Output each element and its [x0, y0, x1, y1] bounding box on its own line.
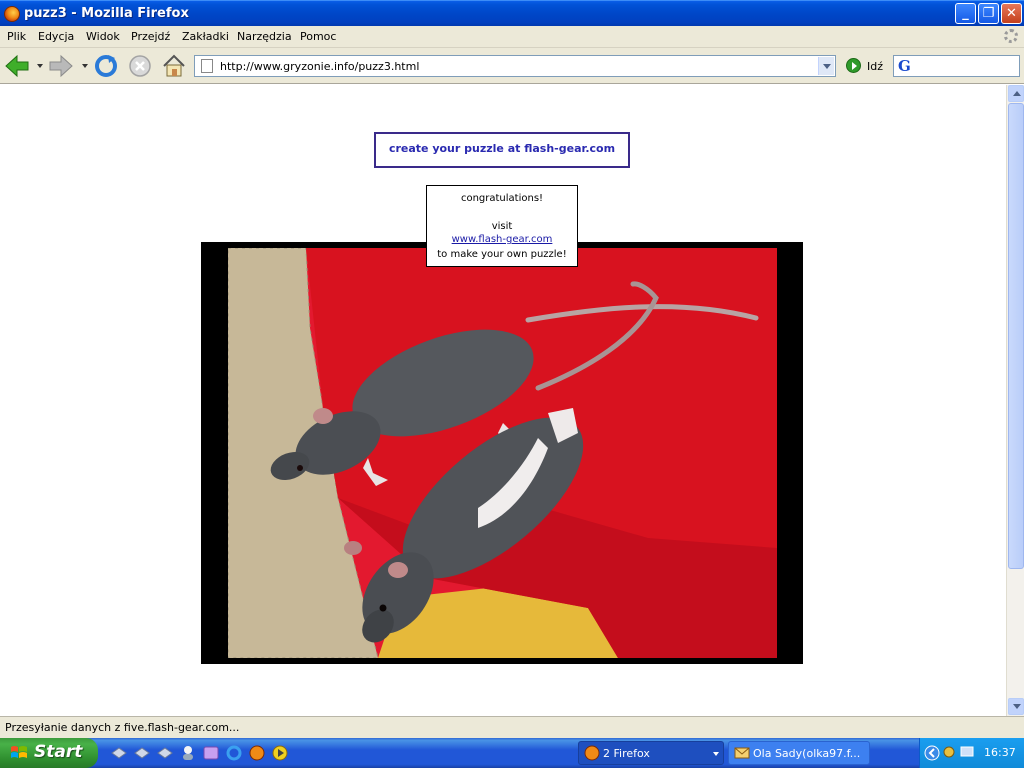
start-label: Start [34, 742, 83, 762]
status-text: Przesyłanie danych z five.flash-gear.com… [5, 721, 240, 734]
menu-bookmarks[interactable]: Zakładki [182, 30, 229, 43]
quick-launch-icon-3[interactable] [156, 744, 174, 762]
popup-visit-text: visit [491, 221, 513, 232]
minimize-button[interactable]: _ [955, 3, 976, 24]
windows-taskbar: Start 2 Firefox Ola Sady(olka97.f... 16:… [0, 738, 1024, 768]
menu-edit[interactable]: Edycja [38, 30, 74, 43]
url-text[interactable]: http://www.gryzonie.info/puzz3.html [220, 60, 419, 73]
messenger-icon[interactable] [179, 744, 197, 762]
puzzle-photo[interactable] [228, 248, 777, 658]
mail-icon [734, 747, 750, 759]
rats-image [228, 248, 777, 658]
popup-flash-gear-link[interactable]: www.flash-gear.com [427, 234, 577, 245]
taskbar-mail-window[interactable]: Ola Sady(olka97.f... [728, 741, 870, 765]
menu-go[interactable]: Przejdź [131, 30, 170, 43]
menu-help[interactable]: Pomoc [300, 30, 336, 43]
menu-view[interactable]: Widok [86, 30, 120, 43]
back-icon[interactable] [4, 53, 30, 79]
taskbar-firefox-label: 2 Firefox [603, 747, 650, 760]
menubar: Plik Edycja Widok Przejdź Zakładki Narzę… [0, 26, 1024, 48]
quick-launch-icon-1[interactable] [110, 744, 128, 762]
page-content: create your puzzle at flash-gear.com con… [0, 85, 1006, 716]
search-box[interactable]: G [893, 55, 1020, 77]
windows-logo-icon [11, 746, 27, 758]
puzzle-frame[interactable] [201, 242, 803, 664]
network-icon[interactable] [960, 745, 974, 759]
throbber-icon [1004, 29, 1018, 43]
go-button-label[interactable]: Idź [867, 60, 883, 73]
home-icon[interactable] [161, 53, 187, 79]
firefox-task-icon [584, 745, 600, 761]
close-button[interactable]: ✕ [1001, 3, 1022, 24]
window-title: puzz3 - Mozilla Firefox [24, 6, 189, 21]
page-favicon [201, 59, 213, 73]
media-icon[interactable] [202, 744, 220, 762]
congratulations-popup: congratulations! visit www.flash-gear.co… [426, 185, 578, 267]
menu-file[interactable]: Plik [7, 30, 26, 43]
firefox-launch-icon[interactable] [248, 744, 266, 762]
tray-settings-icon[interactable] [942, 745, 956, 759]
stop-icon[interactable] [127, 53, 153, 79]
system-tray: 16:37 [919, 738, 1024, 768]
tray-expand-icon[interactable] [924, 745, 940, 761]
google-icon[interactable]: G [898, 57, 911, 75]
scroll-down-button[interactable] [1008, 698, 1024, 715]
internet-explorer-icon[interactable] [225, 744, 243, 762]
taskbar-firefox-group[interactable]: 2 Firefox [578, 741, 724, 765]
scroll-thumb[interactable] [1008, 103, 1024, 569]
status-bar: Przesyłanie danych z five.flash-gear.com… [0, 716, 1024, 738]
window-titlebar[interactable]: puzz3 - Mozilla Firefox _ ❐ ✕ [0, 0, 1024, 26]
chevron-down-icon [713, 752, 719, 756]
quick-launch-icon-2[interactable] [133, 744, 151, 762]
back-history-dropdown[interactable] [37, 64, 43, 68]
maximize-button[interactable]: ❐ [978, 3, 999, 24]
flash-gear-banner[interactable]: create your puzzle at flash-gear.com [374, 132, 630, 168]
forward-icon[interactable] [48, 53, 74, 79]
taskbar-mail-label: Ola Sady(olka97.f... [753, 747, 861, 760]
go-icon[interactable] [846, 58, 861, 73]
start-button[interactable]: Start [0, 738, 98, 768]
firefox-icon [4, 6, 20, 22]
url-history-dropdown[interactable] [818, 57, 834, 75]
forward-history-dropdown[interactable] [82, 64, 88, 68]
popup-congratulations-text: congratulations! [460, 193, 544, 204]
vertical-scrollbar[interactable] [1006, 85, 1024, 716]
reload-icon[interactable] [93, 53, 119, 79]
clock[interactable]: 16:37 [984, 746, 1016, 759]
media-player-icon[interactable] [271, 744, 289, 762]
scroll-up-button[interactable] [1008, 85, 1024, 102]
url-bar[interactable]: http://www.gryzonie.info/puzz3.html [194, 55, 836, 77]
menu-tools[interactable]: Narzędzia [237, 30, 292, 43]
popup-make-puzzle-text: to make your own puzzle! [437, 249, 567, 260]
